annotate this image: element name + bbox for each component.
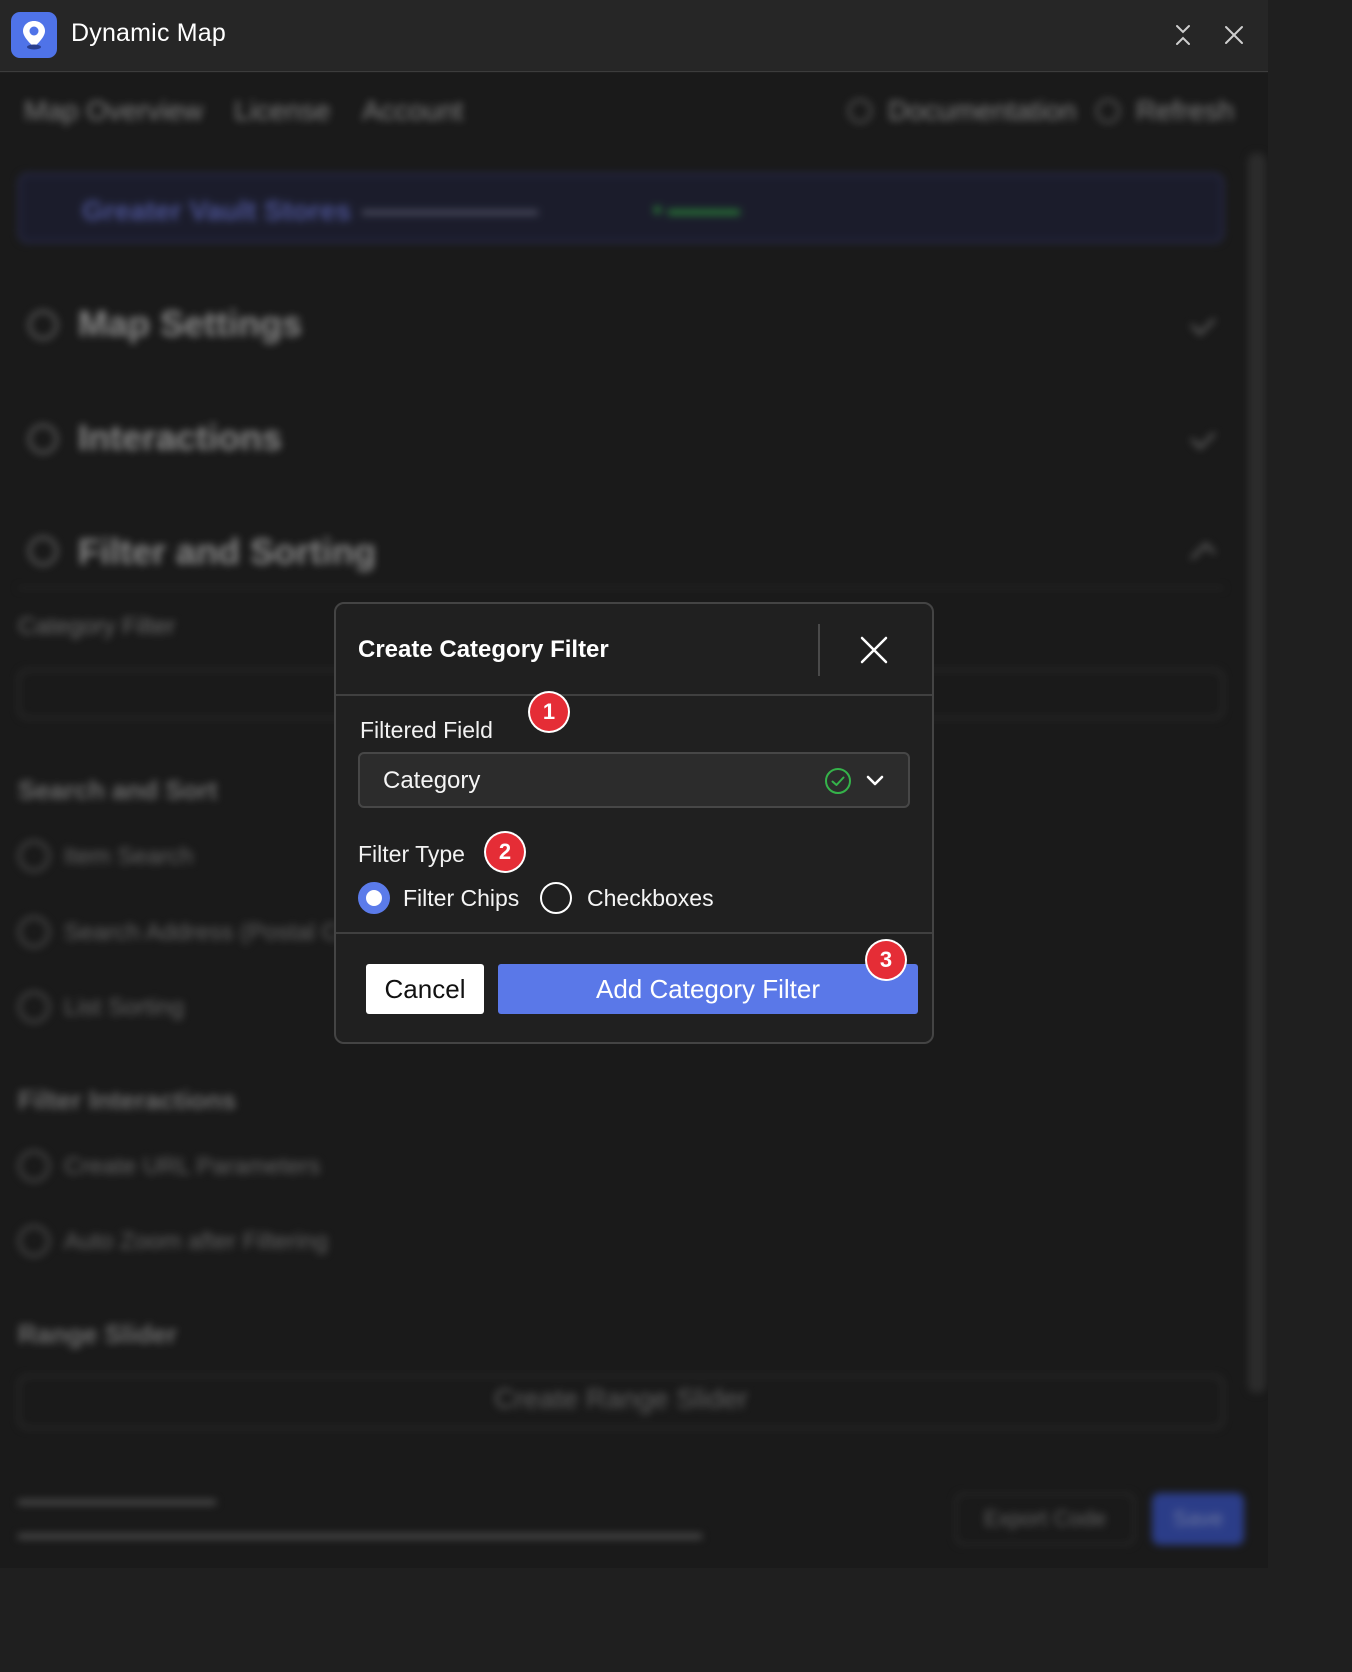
- filtered-field-label: Filtered Field: [360, 717, 493, 743]
- create-category-filter-dialog: Create Category Filter Filtered Field Ca…: [334, 602, 934, 1044]
- map-pin-logo-icon: [11, 12, 57, 58]
- cancel-button[interactable]: Cancel: [366, 964, 484, 1014]
- filtered-field-select[interactable]: Category: [358, 752, 910, 808]
- filter-type-radio-group: Filter Chips Checkboxes: [358, 882, 758, 916]
- dialog-close-icon[interactable]: [856, 632, 892, 668]
- check-circle-icon: [824, 767, 852, 795]
- dialog-header: Create Category Filter: [336, 604, 932, 696]
- collapse-icon[interactable]: [1170, 22, 1196, 48]
- header-divider: [818, 624, 820, 676]
- step-badge-3: 3: [867, 941, 905, 979]
- radio-checkboxes[interactable]: [540, 882, 572, 914]
- title-bar: Dynamic Map: [0, 0, 1268, 72]
- window-close-icon[interactable]: [1221, 22, 1247, 48]
- filtered-field-value: Category: [383, 767, 481, 794]
- filter-type-label: Filter Type: [358, 841, 465, 867]
- chevron-down-icon[interactable]: [865, 771, 885, 791]
- step-badge-1: 1: [530, 693, 568, 731]
- step-badge-2: 2: [486, 833, 524, 871]
- footer-divider: [336, 932, 932, 934]
- radio-filter-chips-label[interactable]: Filter Chips: [403, 885, 519, 912]
- radio-checkboxes-label[interactable]: Checkboxes: [587, 885, 714, 912]
- add-category-filter-button[interactable]: Add Category Filter: [498, 964, 918, 1014]
- app-title: Dynamic Map: [71, 19, 227, 47]
- dialog-title: Create Category Filter: [358, 636, 609, 663]
- radio-filter-chips[interactable]: [358, 882, 390, 914]
